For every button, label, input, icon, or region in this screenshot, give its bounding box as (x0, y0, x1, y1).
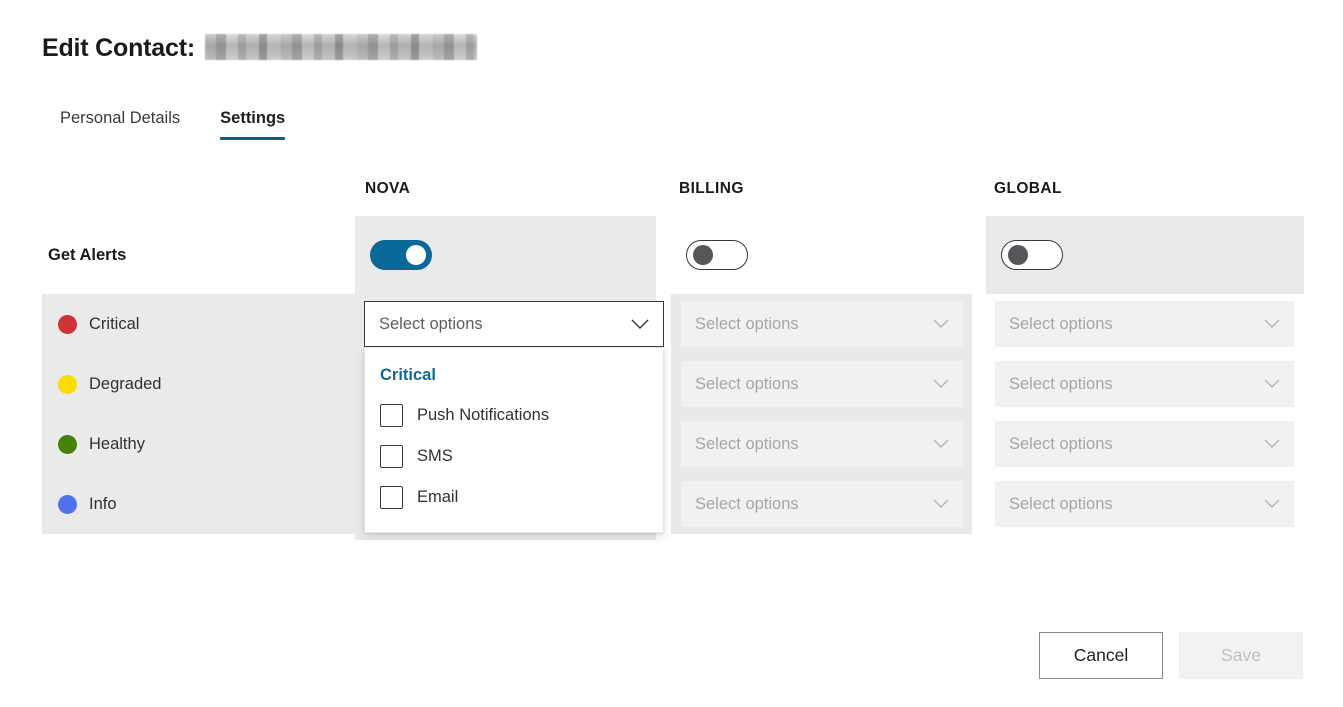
combo-placeholder: Select options (379, 315, 483, 334)
combo-billing-degraded: Select options (681, 361, 963, 407)
combo-billing-critical: Select options (681, 301, 963, 347)
row-label-healthy: Healthy (58, 414, 145, 474)
status-dot-info (58, 495, 77, 514)
cancel-button[interactable]: Cancel (1039, 632, 1163, 679)
get-alerts-label: Get Alerts (48, 216, 126, 294)
combo-global-critical: Select options (995, 301, 1294, 347)
chevron-down-icon (933, 439, 949, 449)
tab-personal-details[interactable]: Personal Details (42, 105, 202, 140)
combo-global-healthy: Select options (995, 421, 1294, 467)
row-label-text: Degraded (89, 375, 161, 394)
page-title-text: Edit Contact: (42, 34, 195, 63)
status-dot-healthy (58, 435, 77, 454)
dropdown-option-label: SMS (417, 447, 453, 466)
toggle-nova[interactable] (370, 240, 432, 270)
toggle-cell-nova (355, 216, 656, 294)
chevron-down-icon (1264, 379, 1280, 389)
edit-contact-dialog: Edit Contact: Personal Details Settings … (0, 0, 1343, 707)
tab-settings[interactable]: Settings (202, 105, 307, 140)
toggle-cell-billing (671, 216, 972, 294)
combo-billing-info: Select options (681, 481, 963, 527)
combo-global-info: Select options (995, 481, 1294, 527)
combo-placeholder: Select options (695, 315, 799, 334)
get-alerts-row: Get Alerts (42, 216, 1304, 294)
combo-placeholder: Select options (1009, 495, 1113, 514)
dropdown-option-label: Email (417, 488, 458, 507)
chevron-down-icon (933, 319, 949, 329)
chevron-down-icon (1264, 499, 1280, 509)
toggle-billing[interactable] (686, 240, 748, 270)
chevron-down-icon (631, 319, 649, 330)
dialog-footer: Cancel Save (0, 632, 1343, 679)
row-label-text: Healthy (89, 435, 145, 454)
checkbox-icon[interactable] (380, 445, 403, 468)
combo-global-degraded: Select options (995, 361, 1294, 407)
row-label-text: Critical (89, 315, 139, 334)
combo-placeholder: Select options (695, 435, 799, 454)
row-label-text: Info (89, 495, 117, 514)
dropdown-panel-nova-critical: Critical Push Notifications SMS Email (364, 347, 664, 533)
checkbox-icon[interactable] (380, 486, 403, 509)
row-label-critical: Critical (58, 294, 139, 354)
toggle-knob (693, 245, 713, 265)
chevron-down-icon (1264, 439, 1280, 449)
redacted-contact-name (205, 34, 477, 60)
dropdown-option-push-notifications[interactable]: Push Notifications (365, 395, 663, 436)
toggle-cell-global (986, 216, 1304, 294)
combo-nova-critical[interactable]: Select options (364, 301, 664, 347)
alert-settings-grid: NOVA BILLING GLOBAL Get Alerts (42, 170, 1304, 544)
combo-placeholder: Select options (1009, 315, 1113, 334)
combo-placeholder: Select options (695, 375, 799, 394)
row-label-info: Info (58, 474, 117, 534)
dropdown-option-label: Push Notifications (417, 406, 549, 425)
checkbox-icon[interactable] (380, 404, 403, 427)
column-header-global: GLOBAL (994, 180, 1062, 198)
column-header-billing: BILLING (679, 180, 744, 198)
status-dot-critical (58, 315, 77, 334)
save-button: Save (1179, 632, 1303, 679)
row-label-degraded: Degraded (58, 354, 161, 414)
dropdown-option-sms[interactable]: SMS (365, 436, 663, 477)
dropdown-option-email[interactable]: Email (365, 477, 663, 518)
tab-bar: Personal Details Settings (42, 105, 307, 140)
status-dot-degraded (58, 375, 77, 394)
toggle-knob (1008, 245, 1028, 265)
column-header-nova: NOVA (365, 180, 410, 198)
toggle-global[interactable] (1001, 240, 1063, 270)
column-headers: NOVA BILLING GLOBAL (42, 170, 1304, 216)
combo-placeholder: Select options (1009, 375, 1113, 394)
combo-placeholder: Select options (1009, 435, 1113, 454)
page-title: Edit Contact: (42, 30, 477, 63)
alert-rows: Critical Degraded Healthy Info Select op… (42, 294, 1304, 544)
chevron-down-icon (933, 499, 949, 509)
dropdown-group-label: Critical (365, 362, 663, 395)
chevron-down-icon (933, 379, 949, 389)
chevron-down-icon (1264, 319, 1280, 329)
combo-placeholder: Select options (695, 495, 799, 514)
toggle-knob (406, 245, 426, 265)
combo-billing-healthy: Select options (681, 421, 963, 467)
